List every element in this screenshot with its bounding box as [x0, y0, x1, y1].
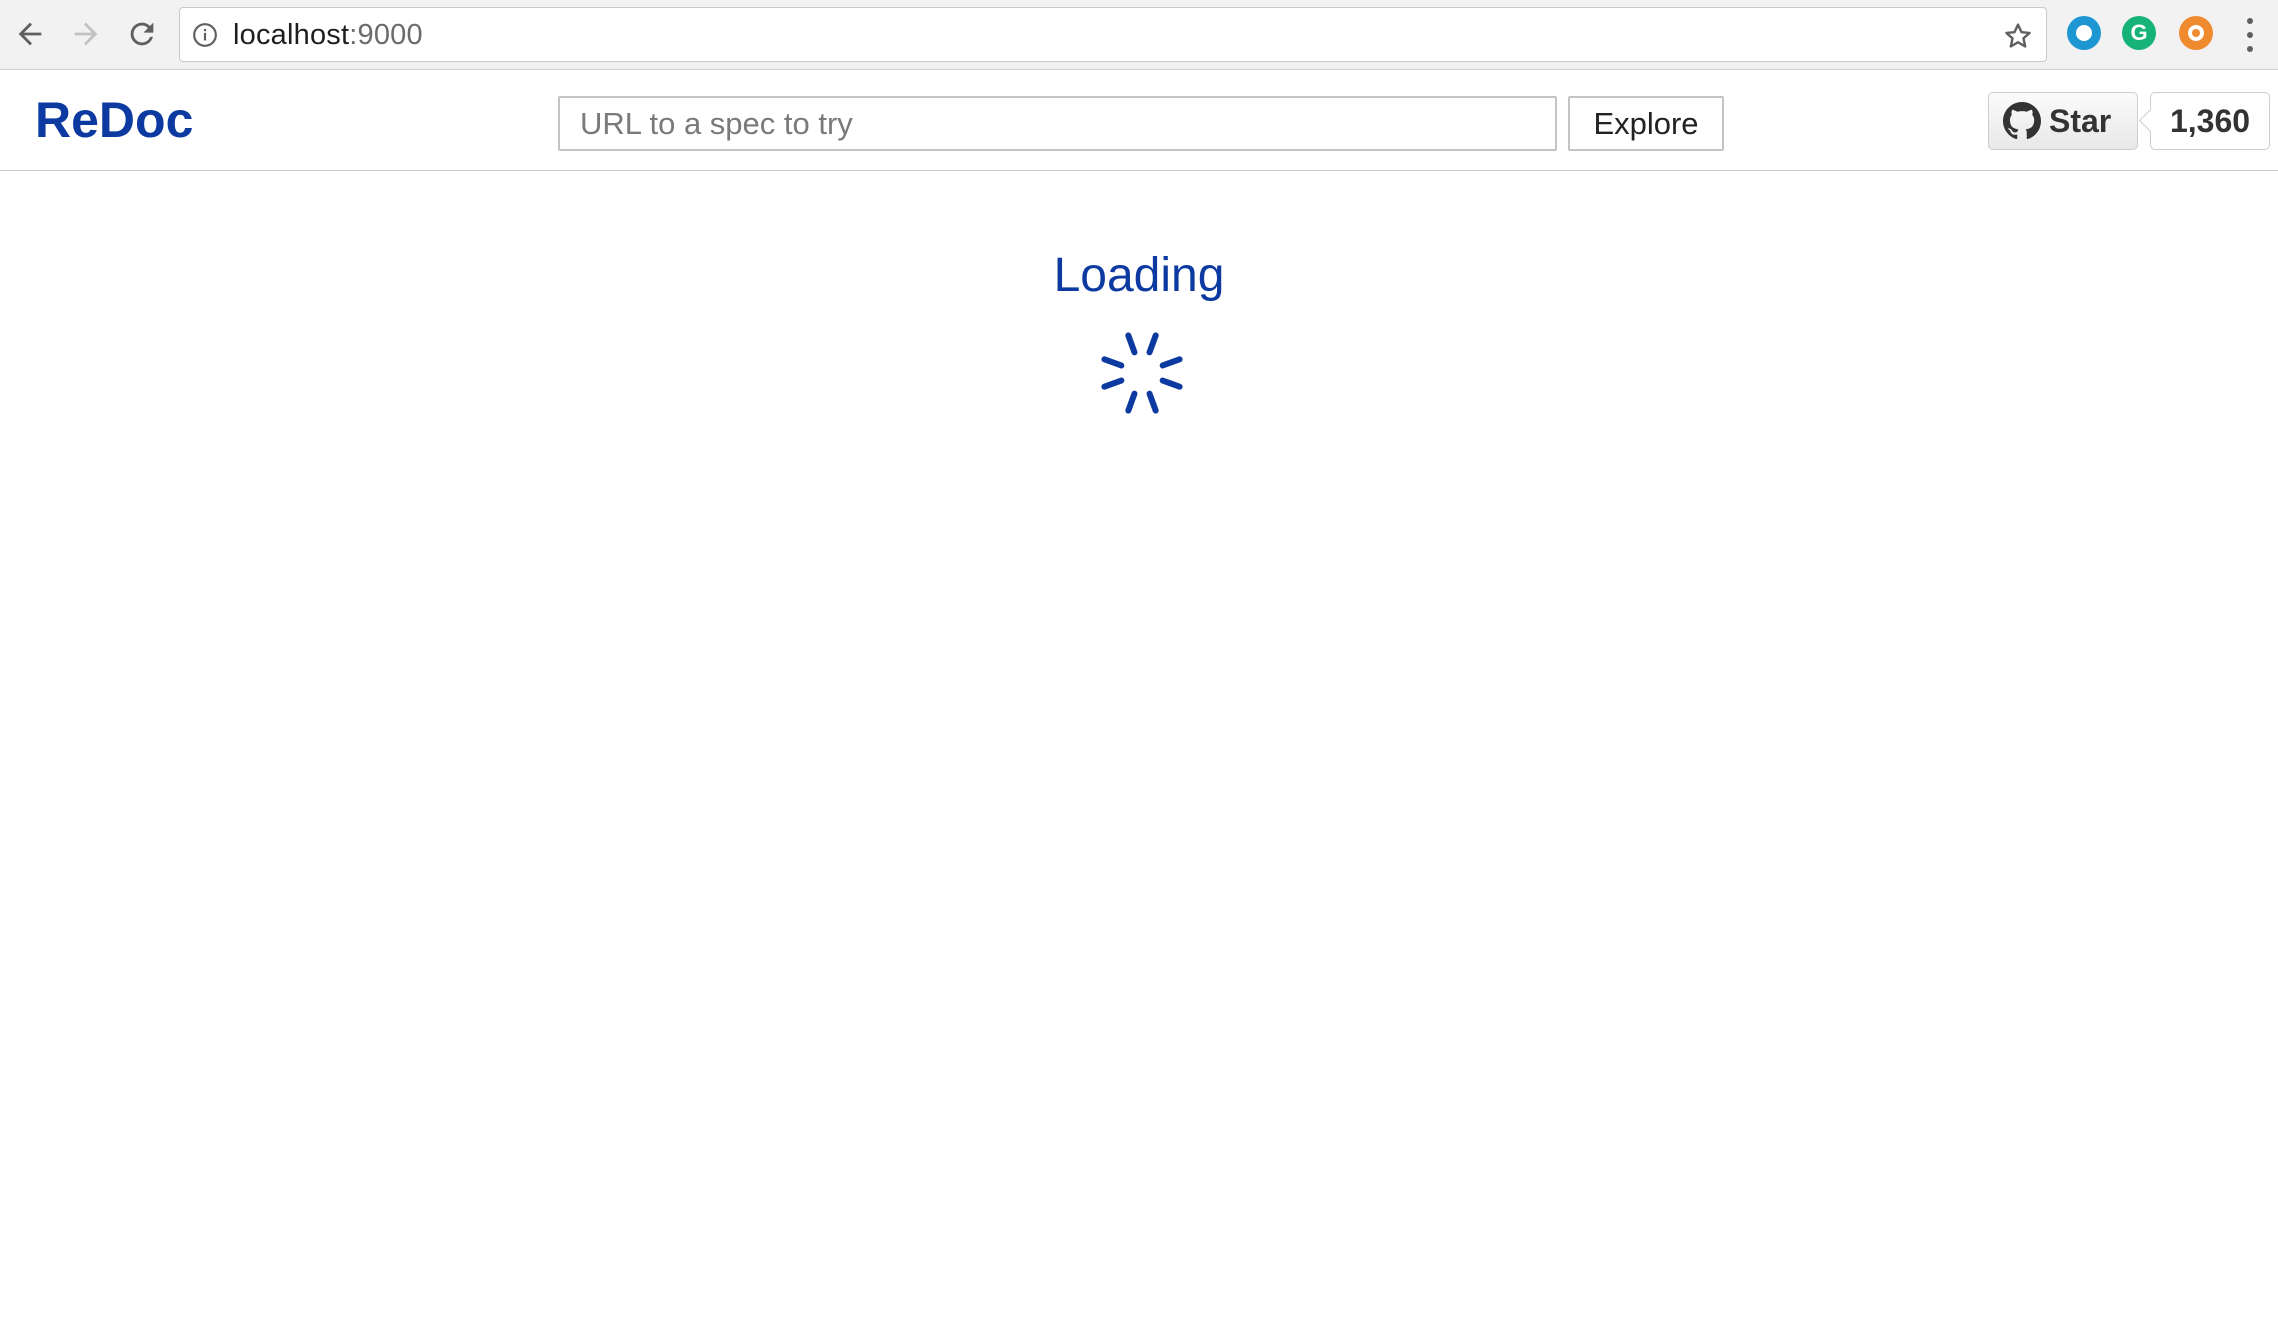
spec-url-input[interactable]: [558, 96, 1557, 151]
menu-dot: [2247, 18, 2253, 24]
orange-extension-icon[interactable]: [2179, 16, 2213, 50]
github-star-count[interactable]: 1,360: [2150, 92, 2270, 150]
github-star-label: Star: [2049, 102, 2112, 139]
address-bar[interactable]: localhost:9000: [179, 7, 2047, 62]
browser-toolbar: localhost:9000 G: [0, 0, 2278, 70]
menu-dot: [2247, 32, 2253, 38]
circle-extension-icon[interactable]: [2067, 16, 2101, 50]
back-button[interactable]: [8, 12, 52, 56]
loading-container: Loading: [0, 248, 2278, 303]
browser-menu-icon[interactable]: [2240, 18, 2260, 52]
bookmark-star-icon[interactable]: [2002, 20, 2034, 52]
explore-button[interactable]: Explore: [1568, 96, 1724, 151]
loading-text: Loading: [1053, 249, 1225, 302]
menu-dot: [2247, 46, 2253, 52]
info-icon[interactable]: [192, 22, 218, 48]
reload-icon: [130, 22, 154, 46]
grammarly-icon[interactable]: G: [2122, 16, 2156, 50]
reload-button[interactable]: [120, 12, 164, 56]
github-star-button[interactable]: Star: [1988, 92, 2138, 150]
app-header: ReDoc Explore Star 1,360: [0, 71, 2278, 171]
url-text: localhost:9000: [233, 19, 423, 52]
arrow-left-icon: [18, 22, 42, 46]
github-icon: [2003, 102, 2041, 140]
redoc-logo[interactable]: ReDoc: [35, 91, 193, 149]
loading-spinner-icon: [1101, 332, 1183, 414]
arrow-right-icon: [74, 22, 98, 46]
url-host: localhost: [233, 19, 350, 51]
url-port: :9000: [349, 19, 423, 51]
forward-button[interactable]: [64, 12, 108, 56]
